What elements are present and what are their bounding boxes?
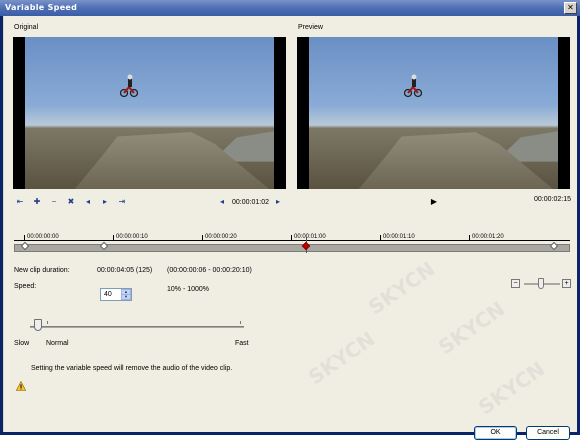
clear-markers-icon[interactable]: ✖ — [65, 196, 77, 208]
slow-label: Slow — [14, 340, 30, 347]
preview-video — [297, 37, 570, 189]
duration-value: 00:00:04:05 (125) — [97, 267, 153, 274]
speed-marker-track[interactable] — [14, 237, 570, 253]
speed-marker[interactable] — [99, 241, 109, 251]
title-bar: Variable Speed ✕ — [0, 0, 580, 16]
close-button[interactable]: ✕ — [564, 2, 577, 14]
ok-button[interactable]: OK — [474, 426, 517, 440]
speed-label: Speed: — [14, 283, 37, 290]
speed-range: 10% - 1000% — [167, 286, 210, 293]
next-marker-icon[interactable]: ▸ — [99, 196, 111, 208]
watermark: SKYCN — [363, 256, 440, 320]
go-end-icon[interactable]: ⇥ — [116, 196, 128, 208]
zoom-in-button[interactable]: + — [562, 279, 571, 288]
timeline-label: 00:00:00:00 — [26, 234, 60, 240]
play-icon[interactable]: ▶ — [428, 196, 440, 208]
video-frame — [309, 37, 558, 189]
watermark: SKYCN — [473, 356, 550, 420]
original-timecode: 00:00:01:02 — [232, 199, 269, 206]
speed-spinbox[interactable]: 40 ▲ ▼ — [100, 288, 132, 301]
original-label: Original — [14, 24, 39, 31]
timeline-label: 00:00:01:10 — [382, 234, 416, 240]
original-video — [13, 37, 286, 189]
next-frame-icon[interactable]: ▸ — [272, 196, 284, 208]
timeline-label: 00:00:01:20 — [471, 234, 505, 240]
speed-input[interactable]: 40 — [104, 291, 112, 298]
duration-range: (00:00:00:06 - 00:00:20:10) — [167, 267, 252, 274]
cancel-button[interactable]: Cancel — [526, 426, 570, 440]
timeline-label: 00:00:00:10 — [115, 234, 149, 240]
dialog-body: SKYCN SKYCN SKYCN SKYCN Original Preview — [3, 16, 577, 440]
zoom-slider-thumb[interactable] — [538, 278, 544, 289]
watermark: SKYCN — [303, 326, 380, 390]
zoom-out-button[interactable]: − — [511, 279, 520, 288]
variable-speed-window: Variable Speed ✕ SKYCN SKYCN SKYCN SKYCN… — [0, 0, 580, 440]
timeline-label: 00:00:01:00 — [293, 234, 327, 240]
speed-slider-track[interactable] — [30, 326, 244, 328]
normal-label: Normal — [46, 340, 69, 347]
speed-slider-thumb[interactable] — [34, 319, 42, 331]
speed-marker[interactable] — [549, 241, 559, 251]
add-marker-icon[interactable]: ✚ — [31, 196, 43, 208]
speed-marker[interactable] — [20, 241, 30, 251]
go-start-icon[interactable]: ⇤ — [14, 196, 26, 208]
speed-marker-selected[interactable] — [301, 241, 311, 251]
previous-frame-icon[interactable]: ◂ — [216, 196, 228, 208]
timeline-label: 00:00:00:20 — [204, 234, 238, 240]
fast-label: Fast — [235, 340, 249, 347]
preview-label: Preview — [298, 24, 323, 31]
duration-label: New clip duration: — [14, 267, 70, 274]
warning-icon — [16, 381, 26, 391]
spin-down-icon[interactable]: ▼ — [121, 294, 131, 300]
motocross-rider-icon — [403, 74, 422, 98]
motocross-rider-icon — [119, 74, 138, 98]
preview-timecode: 00:00:02:15 — [534, 196, 571, 203]
window-title: Variable Speed — [5, 3, 78, 12]
slider-tick — [47, 321, 48, 324]
previous-marker-icon[interactable]: ◂ — [82, 196, 94, 208]
warning-text: Setting the variable speed will remove t… — [31, 365, 233, 372]
watermark: SKYCN — [433, 296, 510, 360]
video-frame — [25, 37, 274, 189]
remove-marker-icon[interactable]: − — [48, 196, 60, 208]
slider-tick — [240, 321, 241, 324]
